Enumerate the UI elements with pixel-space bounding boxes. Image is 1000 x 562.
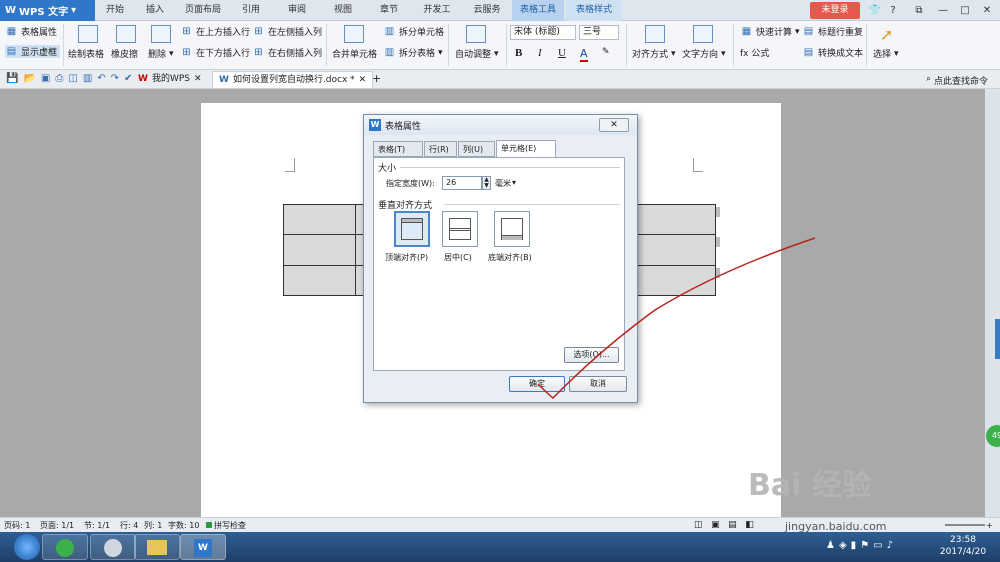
status-col: 列: 1 xyxy=(144,521,163,530)
spell-check-icon xyxy=(206,522,212,528)
baidu-watermark: Bai 经验 xyxy=(748,468,872,503)
folder-icon xyxy=(147,540,167,555)
network-icon: ▮ xyxy=(850,540,857,551)
scroll-thumb[interactable] xyxy=(995,319,1000,359)
browser-icon xyxy=(56,539,74,557)
shield-icon: ◈ xyxy=(838,540,847,551)
flag-icon: ⚑ xyxy=(860,540,870,551)
clock-time: 23:58 xyxy=(950,535,976,545)
taskbar-clock[interactable]: 23:58 2017/4/20 xyxy=(930,534,996,558)
clock-date: 2017/4/20 xyxy=(939,547,987,557)
monitor-icon: ▭ xyxy=(873,540,883,551)
status-pages: 页面: 1/1 xyxy=(40,521,75,530)
spell-check-toggle[interactable]: 拼写检查 xyxy=(206,519,246,532)
wps-logo-icon: W xyxy=(194,539,212,557)
volume-icon: ♪ xyxy=(886,540,893,551)
view-mode-icons[interactable]: ◫ ▣ ▤ ◧ xyxy=(694,519,754,532)
vertical-scrollbar[interactable] xyxy=(985,89,1000,517)
status-section: 节: 1/1 xyxy=(84,521,111,530)
status-words: 字数: 10 xyxy=(168,521,200,530)
taskbar-browser[interactable] xyxy=(42,534,88,560)
tool-icon xyxy=(104,539,122,557)
taskbar-wps[interactable]: W xyxy=(180,534,226,560)
taskbar: W ♟ ◈ ▮ ⚑ ▭ ♪ xyxy=(0,532,1000,562)
status-row: 行: 4 xyxy=(120,521,139,530)
zoom-slider[interactable] xyxy=(945,524,985,526)
system-tray[interactable]: ♟ ◈ ▮ ⚑ ▭ ♪ xyxy=(826,540,893,551)
taskbar-explorer[interactable] xyxy=(134,534,180,560)
status-page: 页码: 1 xyxy=(4,521,31,530)
user-icon: ♟ xyxy=(826,540,835,551)
zoom-in-icon[interactable]: + xyxy=(986,519,993,532)
taskbar-tool[interactable] xyxy=(90,534,136,560)
start-button[interactable] xyxy=(14,534,40,560)
